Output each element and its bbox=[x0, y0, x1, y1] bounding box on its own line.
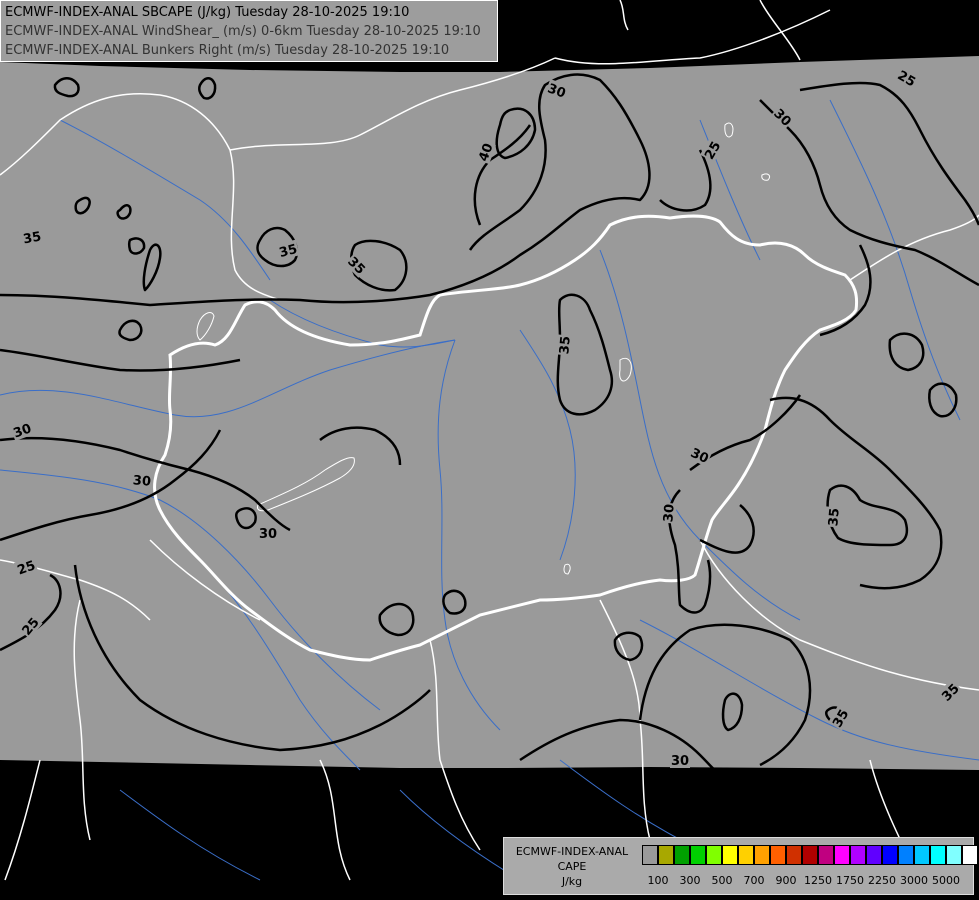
contour-label: 35 bbox=[22, 230, 42, 248]
legend-swatch bbox=[658, 845, 674, 865]
legend-swatch bbox=[642, 845, 658, 865]
legend-swatch bbox=[882, 845, 898, 865]
legend-swatch bbox=[914, 845, 930, 865]
contour-label: 35 bbox=[826, 507, 843, 526]
legend-tick-label: 1250 bbox=[804, 874, 832, 887]
legend-tick-label: 100 bbox=[647, 874, 669, 887]
legend-tick-label: 300 bbox=[679, 874, 701, 887]
legend-swatch bbox=[706, 845, 722, 865]
contour-label: 30 bbox=[259, 527, 277, 542]
legend-swatch bbox=[786, 845, 802, 865]
legend-swatch bbox=[930, 845, 946, 865]
title-bunkers: ECMWF-INDEX-ANAL Bunkers Right (m/s) Tue… bbox=[5, 43, 450, 58]
legend-parameter: CAPE bbox=[557, 860, 587, 873]
legend-color-scale bbox=[642, 845, 978, 867]
title-sbcape: ECMWF-INDEX-ANAL SBCAPE (J/kg) Tuesday 2… bbox=[5, 5, 410, 20]
cape-legend: ECMWF-INDEX-ANAL CAPE J/kg 100 300 500 700 9… bbox=[503, 837, 978, 895]
legend-tick-label: 500 bbox=[711, 874, 733, 887]
legend-swatch bbox=[722, 845, 738, 865]
legend-tick-label: 900 bbox=[775, 874, 797, 887]
contour-label: 30 bbox=[671, 754, 689, 769]
contour-label: 35 bbox=[557, 335, 574, 354]
legend-swatch bbox=[834, 845, 850, 865]
legend-unit: J/kg bbox=[561, 875, 583, 888]
legend-swatch bbox=[866, 845, 882, 865]
legend-swatch bbox=[690, 845, 706, 865]
legend-tick-label: 2250 bbox=[868, 874, 896, 887]
legend-model: ECMWF-INDEX-ANAL bbox=[515, 845, 629, 858]
contour-label: 30 bbox=[661, 503, 678, 522]
title-windshear: ECMWF-INDEX-ANAL WindShear_ (m/s) 0-6km … bbox=[5, 24, 481, 39]
legend-label: ECMWF-INDEX-ANAL CAPE J/kg bbox=[508, 844, 636, 889]
legend-tick-label: 5000 bbox=[932, 874, 960, 887]
legend-swatch bbox=[802, 845, 818, 865]
contour-label: 30 bbox=[132, 473, 151, 490]
legend-tick-label: 700 bbox=[743, 874, 765, 887]
legend-swatch bbox=[946, 845, 962, 865]
legend-swatch bbox=[770, 845, 786, 865]
legend-swatch bbox=[850, 845, 866, 865]
map-viewer: 35 30 40 25 30 25 35 35 35 35 30 30 30 30 25 25 30 35 35 30… bbox=[0, 0, 979, 900]
legend-swatch bbox=[898, 845, 914, 865]
map-title-box: ECMWF-INDEX-ANAL SBCAPE (J/kg) Tuesday 2… bbox=[0, 0, 498, 62]
legend-swatch bbox=[818, 845, 834, 865]
legend-tick-label: 3000 bbox=[900, 874, 928, 887]
legend-tick-label: 1750 bbox=[836, 874, 864, 887]
weather-map[interactable]: 3530402530253535353530303030252530353530 bbox=[0, 0, 979, 900]
legend-ticks: 100 300 500 700 900 1250 1750 2250 3000 5000 bbox=[642, 874, 972, 888]
legend-swatch bbox=[674, 845, 690, 865]
legend-swatch bbox=[738, 845, 754, 865]
legend-swatch bbox=[754, 845, 770, 865]
legend-swatch bbox=[962, 845, 978, 865]
